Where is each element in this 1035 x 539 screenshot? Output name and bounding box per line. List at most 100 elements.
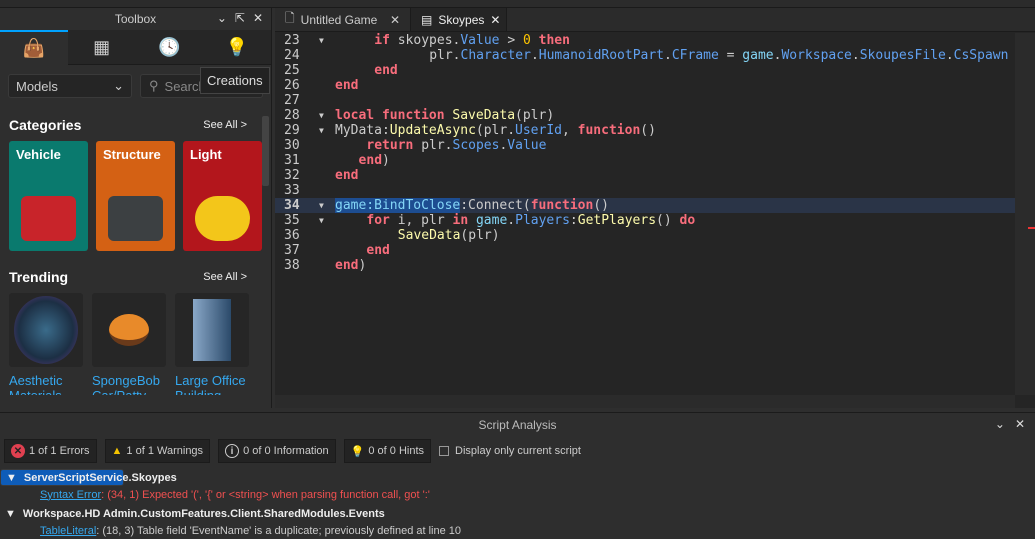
fold-arrow-icon[interactable]: ▼ [319,33,324,48]
code-line[interactable]: 33 [275,183,1015,198]
code-line[interactable]: 30 return plr.Scopes.Value [275,138,1015,153]
editor-horizontal-scrollbar[interactable] [275,395,1015,408]
close-icon[interactable]: ✕ [253,11,263,25]
search-icon: ⚲ [149,78,159,93]
code-line[interactable]: 26 end [275,78,1015,93]
code-token: end [358,153,383,168]
code-line[interactable]: 27 [275,93,1015,108]
item-label[interactable]: SpongeBob Car/Patty [92,373,166,395]
category-structure[interactable]: Structure [96,141,175,251]
analysis-group[interactable]: ▼ Workspace.HD Admin.CustomFeatures.Clien… [0,505,1035,522]
close-icon[interactable]: ✕ [1015,417,1025,431]
code-token: function [577,123,641,138]
line-number: 28 [284,108,300,123]
code-token: SaveData [397,228,461,243]
fold-arrow-icon[interactable]: ▼ [319,198,324,213]
trending-item[interactable]: SpongeBob Car/Patty [92,293,166,395]
line-number: 35 [284,213,300,228]
fold-arrow-icon[interactable]: ▼ [319,108,324,123]
analysis-group[interactable]: ▼ ServerScriptService.Skoypes [0,469,177,486]
chevron-down-icon[interactable]: ⌄ [217,11,227,25]
tab-creations[interactable]: 💡 [203,30,271,65]
code-token: = [718,48,743,63]
close-tab-icon[interactable]: ✕ [490,13,500,27]
code-token: for [366,213,398,228]
trending-item[interactable]: Aesthetic Materials [9,293,83,395]
code-line[interactable]: 32 end [275,168,1015,183]
message-text: : (18, 3) Table field 'EventName' is a d… [96,524,462,537]
chevron-down-icon[interactable]: ⌄ [995,417,1005,431]
code-token: do [679,213,696,228]
code-token: end [335,168,359,183]
toolbox-scrollbar[interactable] [262,116,269,186]
trending-item[interactable]: Large Office Building [175,293,249,395]
code-line[interactable]: 34 ▼ game:BindToClose:Connect(function() [275,198,1015,213]
code-token: end [335,258,359,273]
code-token: UserId [515,123,562,138]
code-line[interactable]: 36 SaveData(plr) [275,228,1015,243]
code-text: MyData:UpdateAsync(plr.UserId, function(… [335,123,656,138]
editor-vertical-scrollbar[interactable] [1015,33,1035,395]
code-text: end [335,78,358,93]
code-token: CFrame [671,48,719,63]
code-line[interactable]: 24 plr.Character.HumanoidRootPart.CFrame … [275,48,1015,63]
line-number: 38 [284,258,300,273]
code-text: for i, plr in game.Players:GetPlayers() … [366,213,695,228]
message-kind-link[interactable]: TableLiteral [40,525,96,537]
line-number: 25 [284,63,300,78]
undock-icon[interactable]: ⇱ [235,11,245,25]
code-token: HumanoidRootPart [538,48,665,63]
code-line[interactable]: 25 end [275,63,1015,78]
line-number: 33 [284,183,300,198]
item-thumbnail [175,293,249,367]
fold-arrow-icon[interactable]: ▼ [319,123,324,138]
code-token: , [562,123,578,138]
categories-see-all-link[interactable]: See All > [203,119,247,131]
tab-recent[interactable]: 🕓 [135,30,204,65]
code-token: plr. [421,138,453,153]
errors-filter[interactable]: ✕ 1 of 1 Errors [4,439,97,463]
code-line[interactable]: 29 ▼ MyData:UpdateAsync(plr.UserId, functi… [275,123,1015,138]
code-token: end [335,78,359,93]
warnings-filter[interactable]: ▲ 1 of 1 Warnings [104,439,211,463]
line-number: 31 [284,153,300,168]
message-kind-link[interactable]: Syntax Error [40,489,101,501]
code-line[interactable]: 23 ▼ if skoypes.Value > 0 then [275,33,1015,48]
trending-see-all-link[interactable]: See All > [203,271,247,283]
code-token: Workspace [781,48,852,63]
tab-untitled-game[interactable]: 🗋 Untitled Game ✕ [275,8,411,31]
code-token: (plr) [515,108,555,123]
flashlight-image [195,196,250,241]
code-token: 0 [522,33,531,48]
code-line[interactable]: 31 end) [275,153,1015,168]
code-token: in [452,213,476,228]
category-vehicle[interactable]: Vehicle [9,141,88,251]
code-token: end [366,243,390,258]
hints-filter[interactable]: 💡 0 of 0 Hints [343,439,432,463]
shopping-bag-icon: 👜 [22,38,46,58]
category-light[interactable]: Light [183,141,262,251]
code-token: i, plr [397,213,453,228]
tab-skoypes[interactable]: ▤ Skoypes ✕ [411,8,507,31]
code-line[interactable]: 35 ▼ for i, plr in game.Players:GetPlayers… [275,213,1015,228]
code-token: plr. [429,48,461,63]
code-line[interactable]: 38 end) [275,258,1015,273]
code-token: skoypes. [397,33,461,48]
tab-inventory[interactable]: ▦ [67,30,136,65]
fold-arrow-icon[interactable]: ▼ [319,213,324,228]
item-label[interactable]: Large Office Building [175,373,249,395]
code-line[interactable]: 28 ▼ local function SaveData(plr) [275,108,1015,123]
information-filter[interactable]: i0 of 0 Information [218,439,336,463]
toolbox-title: Toolbox [114,12,157,26]
code-token: if [374,33,398,48]
code-line[interactable]: 37 end [275,243,1015,258]
code-text: plr.Character.HumanoidRootPart.CFrame = … [429,48,1008,63]
code-text: SaveData(plr) [398,228,500,243]
code-area[interactable]: 23 ▼ if skoypes.Value > 0 then 24 plr.Charac… [275,33,1015,393]
tab-marketplace[interactable]: 👜 [0,30,68,65]
category-select[interactable]: Models ⌄ [8,74,132,98]
close-tab-icon[interactable]: ✕ [390,13,400,27]
display-only-current-checkbox[interactable]: Display only current script [439,445,581,457]
item-label[interactable]: Aesthetic Materials [9,373,83,395]
code-token: . [530,48,539,63]
